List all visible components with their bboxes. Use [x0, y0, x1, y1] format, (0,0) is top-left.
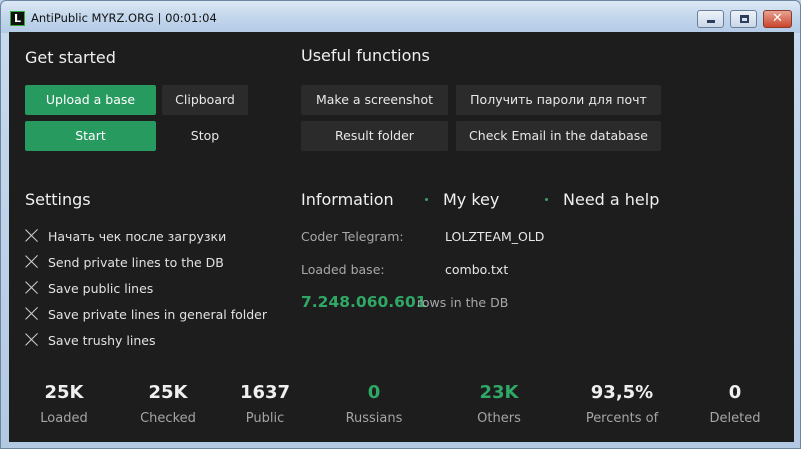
stop-button[interactable]: Stop [162, 121, 248, 151]
close-x-icon[interactable] [25, 281, 39, 295]
setting-save-public-lines[interactable]: Save public lines [25, 279, 153, 297]
stat-value: 0 [728, 382, 742, 403]
stat-others: 23K Others [444, 382, 554, 426]
minimize-icon [707, 20, 715, 23]
settings-heading: Settings [25, 190, 91, 209]
close-x-icon[interactable] [25, 255, 39, 269]
stat-label: Percents of [585, 411, 659, 426]
make-screenshot-button[interactable]: Make a screenshot [301, 85, 448, 115]
stat-label: Others [477, 411, 521, 426]
stat-value: 23K [479, 382, 519, 403]
tab-information[interactable]: Information [301, 190, 394, 209]
stat-value: 93,5% [590, 382, 654, 403]
coder-telegram-label: Coder Telegram: [301, 229, 404, 244]
db-rows-count: 7.248.060.601 [301, 293, 427, 311]
stat-value: 0 [367, 382, 381, 403]
start-button[interactable]: Start [25, 121, 156, 151]
tab-separator-dot [545, 198, 548, 201]
stat-public: 1637 Public [210, 382, 320, 426]
setting-save-trushy-lines[interactable]: Save trushy lines [25, 331, 156, 349]
useful-functions-heading: Useful functions [301, 46, 430, 65]
setting-start-check-after-load[interactable]: Начать чек после загрузки [25, 227, 226, 245]
window-title: AntiPublic MYRZ.ORG | 00:01:04 [31, 11, 217, 25]
app-logo-icon: L [10, 11, 25, 26]
maximize-button[interactable] [730, 10, 757, 28]
get-started-heading: Get started [25, 48, 116, 67]
stat-value: 1637 [239, 382, 291, 403]
app-window: L AntiPublic MYRZ.ORG | 00:01:04 ✕ Get s… [0, 0, 801, 449]
setting-label: Save trushy lines [48, 332, 156, 348]
close-x-icon[interactable] [25, 307, 39, 321]
loaded-base-value: combo.txt [445, 262, 509, 277]
result-folder-button[interactable]: Result folder [301, 121, 448, 151]
close-x-icon[interactable] [25, 229, 39, 243]
setting-send-private-lines[interactable]: Send private lines to the DB [25, 253, 224, 271]
close-button[interactable]: ✕ [763, 10, 792, 28]
tab-need-help[interactable]: Need a help [563, 190, 659, 209]
stat-loaded: 25K Loaded [9, 382, 119, 426]
coder-telegram-value: LOLZTEAM_OLD [445, 229, 545, 244]
loaded-base-label: Loaded base: [301, 262, 385, 277]
tab-my-key[interactable]: My key [443, 190, 499, 209]
main-panel: Get started Upload a base Clipboard Star… [9, 32, 794, 442]
upload-base-button[interactable]: Upload a base [25, 85, 156, 115]
setting-label: Send private lines to the DB [48, 254, 224, 270]
stat-percents: 93,5% Percents of [567, 382, 677, 426]
maximize-icon [740, 15, 749, 23]
setting-label: Save private lines in general folder [48, 306, 268, 322]
stat-label: Checked [140, 411, 196, 426]
db-rows-label: rows in the DB [417, 295, 509, 310]
stat-value: 25K [148, 382, 188, 403]
close-x-icon[interactable] [25, 333, 39, 347]
stat-checked: 25K Checked [113, 382, 223, 426]
setting-label: Начать чек после загрузки [48, 228, 227, 244]
stat-label: Public [245, 411, 285, 426]
setting-save-private-general[interactable]: Save private lines in general folder [25, 305, 267, 323]
stat-russians: 0 Russians [319, 382, 429, 426]
stat-label: Deleted [709, 411, 761, 426]
check-email-button[interactable]: Check Email in the database [456, 121, 661, 151]
minimize-button[interactable] [697, 10, 724, 28]
title-bar[interactable]: L AntiPublic MYRZ.ORG | 00:01:04 ✕ [1, 1, 800, 33]
stat-label: Loaded [40, 411, 88, 426]
get-email-passwords-button[interactable]: Получить пароли для почт [456, 85, 661, 115]
setting-label: Save public lines [48, 280, 154, 296]
clipboard-button[interactable]: Clipboard [162, 85, 248, 115]
close-icon: ✕ [772, 11, 783, 26]
stat-value: 25K [44, 382, 84, 403]
stat-label: Russians [345, 411, 403, 426]
stat-deleted: 0 Deleted [680, 382, 790, 426]
tab-separator-dot [425, 198, 428, 201]
